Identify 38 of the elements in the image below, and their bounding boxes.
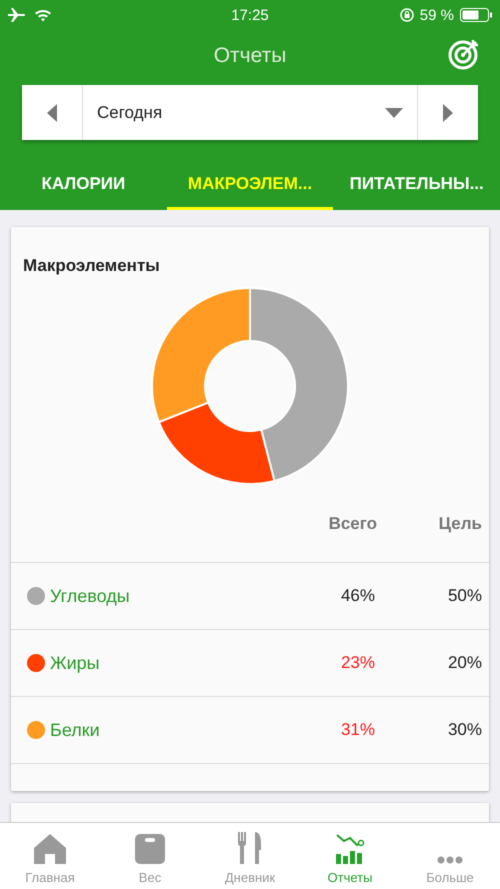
macro-name[interactable]: Углеводы — [50, 586, 269, 606]
fork-knife-icon — [237, 832, 263, 864]
total-value: 23% — [340, 653, 375, 673]
screen-title: Отчеты — [214, 44, 286, 68]
left-triangle-icon — [47, 104, 57, 122]
caret-icon — [385, 108, 403, 118]
macro-name[interactable]: Белки — [50, 720, 269, 740]
home-icon — [34, 834, 66, 864]
macro-name[interactable]: Жиры — [50, 652, 269, 674]
scale-icon — [135, 834, 165, 864]
goal-value: 20% — [446, 653, 482, 673]
tab[interactable]: КАЛОРИИ — [0, 160, 167, 210]
tab[interactable]: МАКРОЭЛЕМ... — [166, 160, 334, 210]
nav-tab[interactable]: Дневник — [200, 823, 300, 889]
battery-icon — [460, 8, 492, 22]
column-header: Цель — [438, 514, 482, 534]
nav-tab[interactable]: Отчеты — [300, 823, 400, 889]
right-triangle-icon — [443, 104, 453, 122]
column-header: Всего — [328, 514, 377, 534]
airplane-icon — [8, 8, 26, 22]
goal-value: 50% — [446, 586, 482, 606]
chart-icon — [335, 832, 365, 864]
total-value: 46% — [340, 586, 375, 606]
nav-tab[interactable]: Вес — [100, 823, 200, 889]
rotation-lock-icon — [400, 8, 414, 22]
target-icon[interactable] — [448, 38, 480, 70]
card-title: Макроэлементы — [22, 255, 161, 276]
nav-tab[interactable]: Главная — [0, 823, 100, 889]
total-value: 31% — [340, 720, 375, 740]
next-button[interactable] — [418, 85, 478, 140]
battery-percent: 59 % — [420, 6, 454, 24]
more-icon — [437, 856, 463, 864]
wifi-icon — [34, 8, 52, 22]
previous-button[interactable] — [22, 85, 82, 140]
status-time: 17:25 — [231, 6, 269, 24]
goal-value: 30% — [446, 720, 482, 740]
tab[interactable]: ПИТАТЕЛЬНЫ... — [333, 160, 500, 210]
nav-tab[interactable]: Больше — [400, 823, 500, 889]
